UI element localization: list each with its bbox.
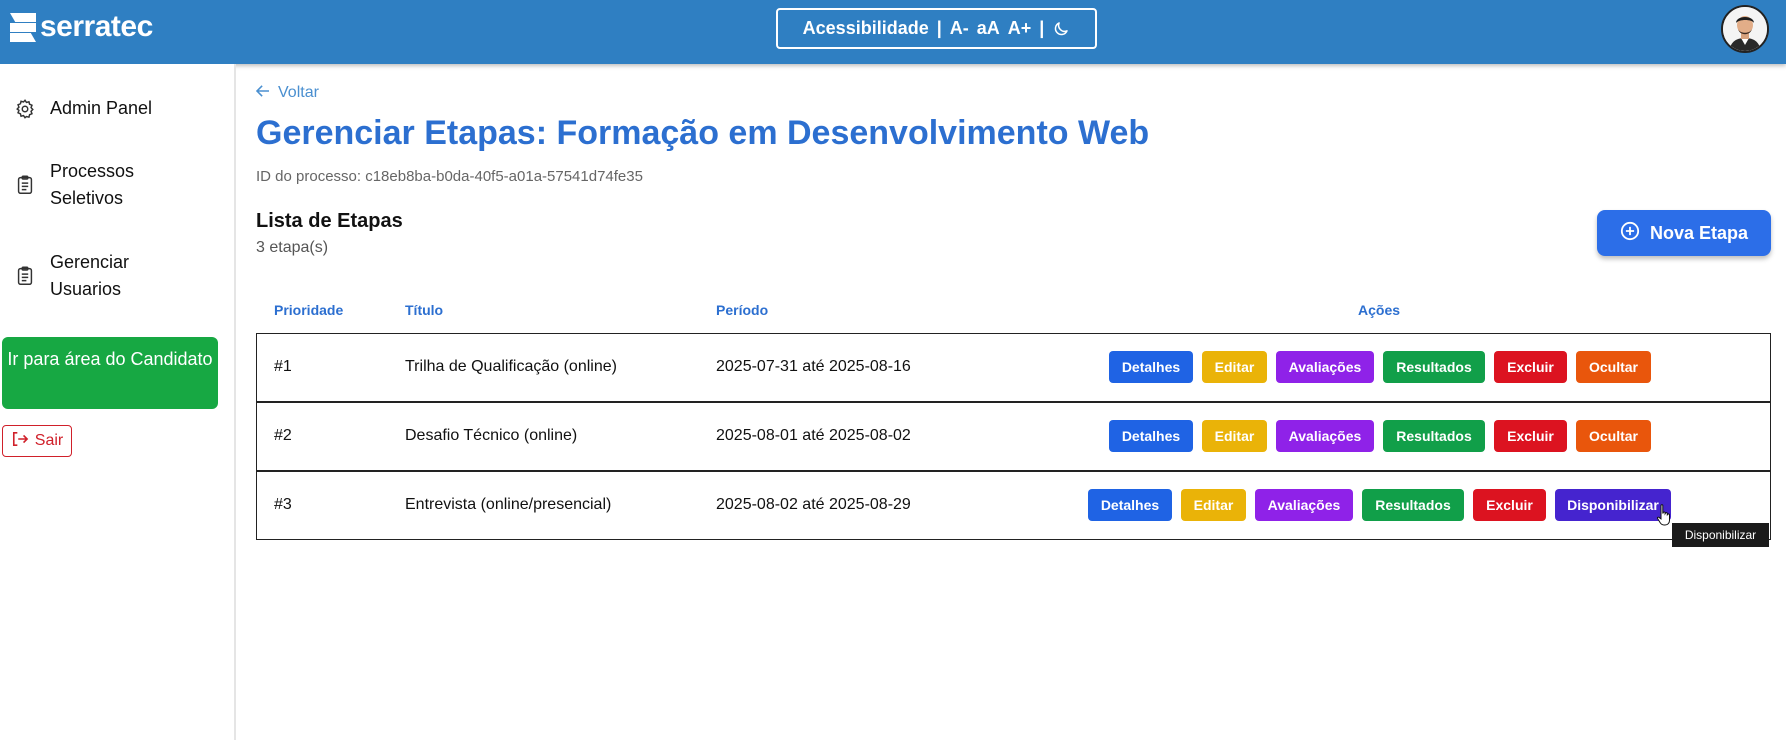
logout-icon bbox=[11, 431, 29, 452]
accessibility-toolbar: Acessibilidade | A- aA A+ | bbox=[776, 8, 1097, 49]
row-actions: Detalhes Editar Avaliações Resultados Ex… bbox=[1109, 351, 1651, 383]
new-stage-label: Nova Etapa bbox=[1649, 222, 1749, 243]
row-period: 2025-08-02 até 2025-08-29 bbox=[716, 496, 911, 513]
edit-button[interactable]: Editar bbox=[1181, 489, 1246, 521]
row-priority: #2 bbox=[274, 427, 292, 444]
separator: | bbox=[936, 18, 942, 38]
row-priority: #3 bbox=[274, 496, 292, 513]
font-decrease-button[interactable]: A- bbox=[950, 18, 969, 39]
hide-button[interactable]: Ocultar bbox=[1576, 351, 1651, 383]
serratec-logo[interactable]: serratec bbox=[10, 10, 153, 44]
delete-button[interactable]: Excluir bbox=[1473, 489, 1546, 521]
table-row: #1 Trilha de Qualificação (online) 2025-… bbox=[256, 333, 1771, 402]
gear-icon bbox=[14, 98, 36, 120]
process-id: ID do processo: c18eb8ba-b0da-40f5-a01a-… bbox=[256, 168, 643, 185]
sidebar: Admin Panel Processos Seletivos Gerencia… bbox=[0, 64, 236, 740]
list-title: Lista de Etapas bbox=[256, 210, 403, 232]
top-header: serratec Acessibilidade | A- aA A+ | bbox=[0, 0, 1786, 64]
go-to-candidate-area-button[interactable]: Ir para área do Candidato bbox=[2, 337, 218, 409]
list-count: 3 etapa(s) bbox=[256, 239, 329, 256]
row-period: 2025-08-01 até 2025-08-02 bbox=[716, 427, 911, 444]
table-row: #2 Desafio Técnico (online) 2025-08-01 a… bbox=[256, 402, 1771, 471]
logout-label: Sair bbox=[34, 432, 64, 449]
row-title: Trilha de Qualificação (online) bbox=[405, 358, 617, 375]
sidebar-item-processos-seletivos[interactable]: Processos Seletivos bbox=[14, 158, 164, 212]
logout-button[interactable]: Sair bbox=[2, 425, 72, 457]
publish-button[interactable]: Disponibilizar bbox=[1555, 489, 1671, 521]
delete-button[interactable]: Excluir bbox=[1494, 420, 1567, 452]
table-row: #3 Entrevista (online/presencial) 2025-0… bbox=[256, 471, 1771, 540]
sidebar-item-gerenciar-usuarios[interactable]: Gerenciar Usuarios bbox=[14, 249, 164, 303]
delete-button[interactable]: Excluir bbox=[1494, 351, 1567, 383]
accessibility-label: Acessibilidade bbox=[802, 18, 929, 38]
edit-button[interactable]: Editar bbox=[1202, 420, 1267, 452]
tooltip: Disponibilizar bbox=[1672, 523, 1769, 547]
sidebar-item-label: Gerenciar Usuarios bbox=[50, 252, 130, 299]
column-header-period: Período bbox=[716, 302, 769, 318]
evaluations-button[interactable]: Avaliações bbox=[1276, 420, 1374, 452]
row-title: Desafio Técnico (online) bbox=[405, 427, 578, 444]
row-period: 2025-07-31 até 2025-08-16 bbox=[716, 358, 911, 375]
details-button[interactable]: Detalhes bbox=[1088, 489, 1172, 521]
font-increase-button[interactable]: A+ bbox=[1008, 18, 1032, 39]
results-button[interactable]: Resultados bbox=[1383, 420, 1485, 452]
column-header-title: Título bbox=[405, 302, 444, 318]
column-header-actions: Ações bbox=[1358, 302, 1401, 318]
row-title: Entrevista (online/presencial) bbox=[405, 496, 612, 513]
arrow-left-icon bbox=[255, 84, 270, 102]
sidebar-item-label: Admin Panel bbox=[50, 98, 153, 118]
details-button[interactable]: Detalhes bbox=[1109, 420, 1193, 452]
moon-icon[interactable] bbox=[1052, 20, 1070, 38]
column-header-priority: Prioridade bbox=[274, 302, 344, 318]
evaluations-button[interactable]: Avaliações bbox=[1276, 351, 1374, 383]
new-stage-button[interactable]: Nova Etapa bbox=[1597, 210, 1771, 256]
clipboard-icon bbox=[14, 265, 36, 287]
user-avatar[interactable] bbox=[1721, 5, 1769, 53]
results-button[interactable]: Resultados bbox=[1362, 489, 1464, 521]
results-button[interactable]: Resultados bbox=[1383, 351, 1485, 383]
clipboard-icon bbox=[14, 174, 36, 196]
font-reset-button[interactable]: aA bbox=[977, 18, 1000, 39]
row-actions: Detalhes Editar Avaliações Resultados Ex… bbox=[1109, 420, 1651, 452]
row-priority: #1 bbox=[274, 358, 292, 375]
back-link[interactable]: Voltar bbox=[255, 84, 319, 102]
sidebar-item-admin-panel[interactable]: Admin Panel bbox=[14, 95, 152, 122]
row-actions: Detalhes Editar Avaliações Resultados Ex… bbox=[1088, 489, 1671, 521]
logo-mark-icon bbox=[10, 13, 36, 42]
hide-button[interactable]: Ocultar bbox=[1576, 420, 1651, 452]
evaluations-button[interactable]: Avaliações bbox=[1255, 489, 1353, 521]
details-button[interactable]: Detalhes bbox=[1109, 351, 1193, 383]
sidebar-item-label: Processos Seletivos bbox=[50, 161, 135, 208]
plus-circle-icon bbox=[1620, 221, 1640, 246]
logo-text: serratec bbox=[40, 10, 153, 43]
back-label: Voltar bbox=[278, 84, 319, 101]
page-title: Gerenciar Etapas: Formação em Desenvolvi… bbox=[256, 114, 1150, 152]
edit-button[interactable]: Editar bbox=[1202, 351, 1267, 383]
separator: | bbox=[1039, 18, 1045, 38]
